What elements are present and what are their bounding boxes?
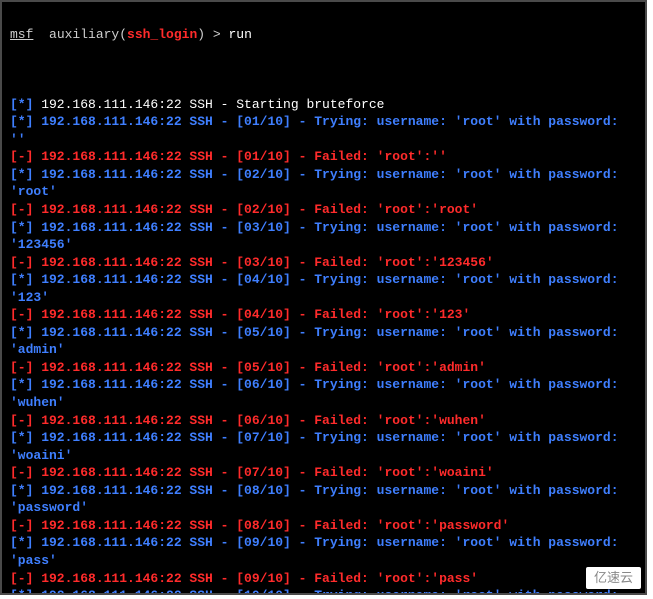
line-try: [*] 192.168.111.146:22 SSH - [07/10] - T… [10,429,639,447]
line-try: [*] 192.168.111.146:22 SSH - [09/10] - T… [10,534,639,552]
line-fail: [-] 192.168.111.146:22 SSH - [04/10] - F… [10,306,639,324]
line-try: [*] 192.168.111.146:22 SSH - [02/10] - T… [10,166,639,184]
line-try: [*] 192.168.111.146:22 SSH - [05/10] - T… [10,324,639,342]
line-pass: '' [10,131,639,149]
line-fail: [-] 192.168.111.146:22 SSH - [05/10] - F… [10,359,639,377]
line-start: [*] 192.168.111.146:22 SSH - Starting br… [10,96,639,114]
line-try: [*] 192.168.111.146:22 SSH - [06/10] - T… [10,376,639,394]
command-run: run [228,27,251,42]
msf-prompt[interactable]: msf auxiliary(ssh_login) > run [10,26,639,44]
line-pass: 'password' [10,499,639,517]
terminal-output: msf auxiliary(ssh_login) > run [*] 192.1… [0,0,647,595]
line-pass: 'root' [10,183,639,201]
line-fail: [-] 192.168.111.146:22 SSH - [03/10] - F… [10,254,639,272]
line-pass: 'woaini' [10,447,639,465]
line-try: [*] 192.168.111.146:22 SSH - [08/10] - T… [10,482,639,500]
prompt-msf: msf [10,27,33,42]
line-try: [*] 192.168.111.146:22 SSH - [04/10] - T… [10,271,639,289]
line-fail: [-] 192.168.111.146:22 SSH - [02/10] - F… [10,201,639,219]
line-pass: 'pass' [10,552,639,570]
line-fail: [-] 192.168.111.146:22 SSH - [07/10] - F… [10,464,639,482]
line-fail: [-] 192.168.111.146:22 SSH - [06/10] - F… [10,412,639,430]
line-try: [*] 192.168.111.146:22 SSH - [10/10] - T… [10,587,639,595]
line-pass: '123' [10,289,639,307]
watermark: 亿速云 [586,567,641,589]
line-try: [*] 192.168.111.146:22 SSH - [01/10] - T… [10,113,639,131]
line-pass: '123456' [10,236,639,254]
line-fail: [-] 192.168.111.146:22 SSH - [09/10] - F… [10,570,639,588]
line-fail: [-] 192.168.111.146:22 SSH - [01/10] - F… [10,148,639,166]
line-fail: [-] 192.168.111.146:22 SSH - [08/10] - F… [10,517,639,535]
line-pass: 'admin' [10,341,639,359]
line-pass: 'wuhen' [10,394,639,412]
line-try: [*] 192.168.111.146:22 SSH - [03/10] - T… [10,219,639,237]
